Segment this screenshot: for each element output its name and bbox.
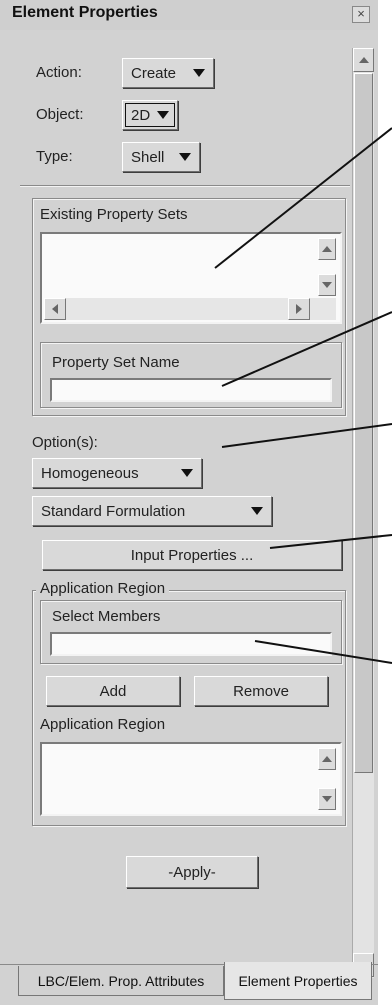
callout-lines — [214, 127, 392, 664]
callout-line-existing-sets — [214, 127, 392, 269]
callout-line-select-members — [254, 640, 392, 664]
callout-line-input-properties — [269, 534, 392, 549]
callout-line-options — [221, 423, 392, 448]
callout-line-property-set-name — [221, 311, 392, 387]
